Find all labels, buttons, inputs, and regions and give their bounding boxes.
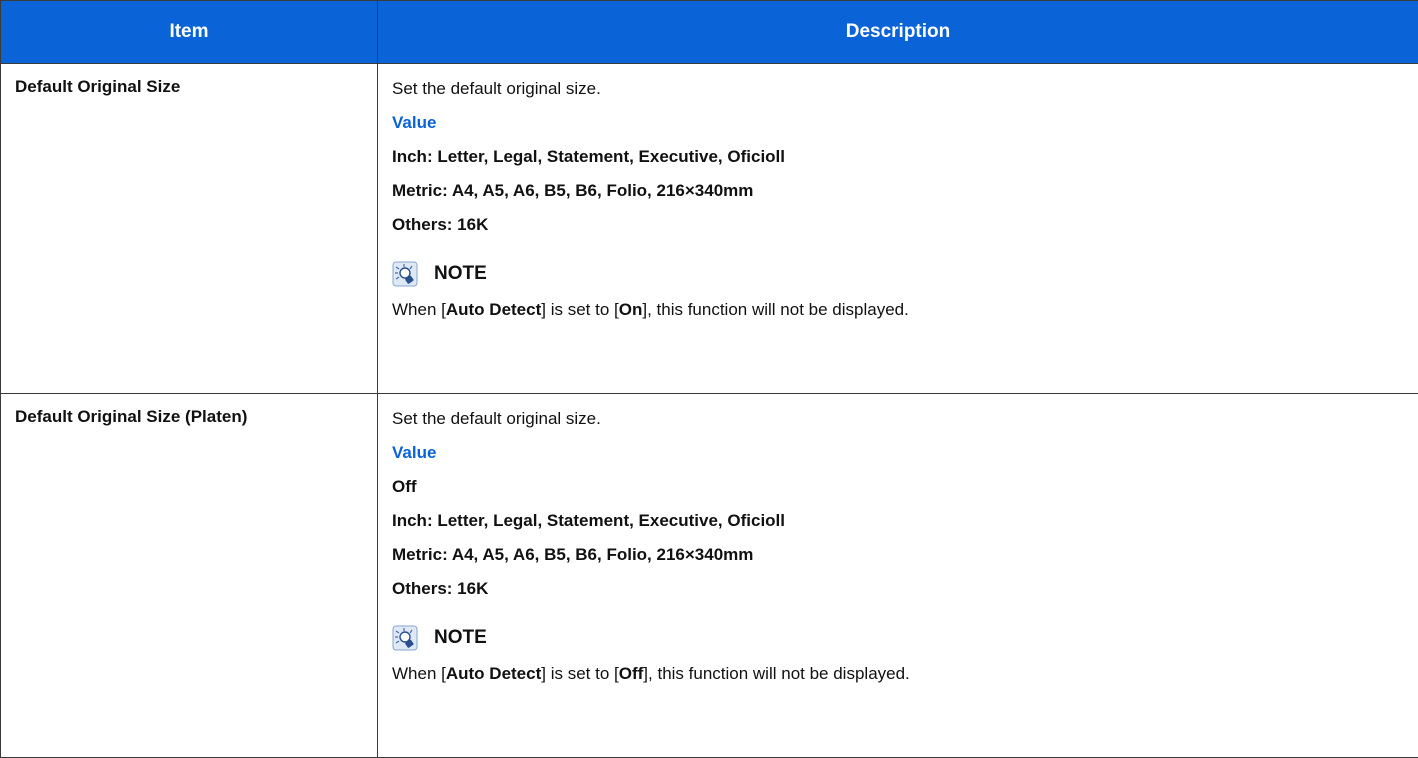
value-line: Inch: Letter, Legal, Statement, Executiv…: [392, 145, 1404, 179]
value-line: Inch: Letter, Legal, Statement, Executiv…: [392, 509, 1404, 543]
table-header-row: Item Description: [1, 1, 1418, 64]
note-text-part: ], this function will not be displayed.: [643, 664, 909, 683]
table-row: Default Original Size (Platen) Set the d…: [1, 394, 1418, 758]
description-cell: Set the default original size. Value Off…: [378, 394, 1418, 758]
description-cell: Set the default original size. Value Inc…: [378, 64, 1418, 394]
note-key: Auto Detect: [446, 664, 541, 683]
description-intro: Set the default original size.: [392, 77, 1404, 111]
value-heading: Value: [392, 441, 1404, 475]
table-row: Default Original Size Set the default or…: [1, 64, 1418, 394]
note-label: NOTE: [434, 627, 487, 649]
header-description: Description: [378, 1, 1418, 64]
note-lightbulb-icon: [392, 261, 418, 287]
value-line: Others: 16K: [392, 213, 1404, 247]
note-text-part: ], this function will not be displayed.: [642, 300, 908, 319]
value-line: Metric: A4, A5, A6, B5, B6, Folio, 216×3…: [392, 543, 1404, 577]
description-intro: Set the default original size.: [392, 407, 1404, 441]
note-label: NOTE: [434, 263, 487, 285]
header-item: Item: [1, 1, 378, 64]
value-heading: Value: [392, 111, 1404, 145]
item-cell: Default Original Size (Platen): [1, 394, 378, 758]
note-header: NOTE: [392, 619, 1404, 657]
note-header: NOTE: [392, 255, 1404, 293]
note-text-part: ] is set to [: [541, 300, 618, 319]
note-key: Auto Detect: [446, 300, 541, 319]
note-text: When [Auto Detect] is set to [Off], this…: [392, 657, 1404, 709]
note-lightbulb-icon: [392, 625, 418, 651]
note-text: When [Auto Detect] is set to [On], this …: [392, 293, 1404, 345]
item-cell: Default Original Size: [1, 64, 378, 394]
settings-table: Item Description Default Original Size S…: [0, 0, 1418, 758]
note-state: On: [619, 300, 643, 319]
note-text-part: ] is set to [: [541, 664, 618, 683]
note-state: Off: [619, 664, 644, 683]
note-text-part: When [: [392, 664, 446, 683]
value-line: Metric: A4, A5, A6, B5, B6, Folio, 216×3…: [392, 179, 1404, 213]
value-line: Others: 16K: [392, 577, 1404, 611]
note-text-part: When [: [392, 300, 446, 319]
value-line: Off: [392, 475, 1404, 509]
